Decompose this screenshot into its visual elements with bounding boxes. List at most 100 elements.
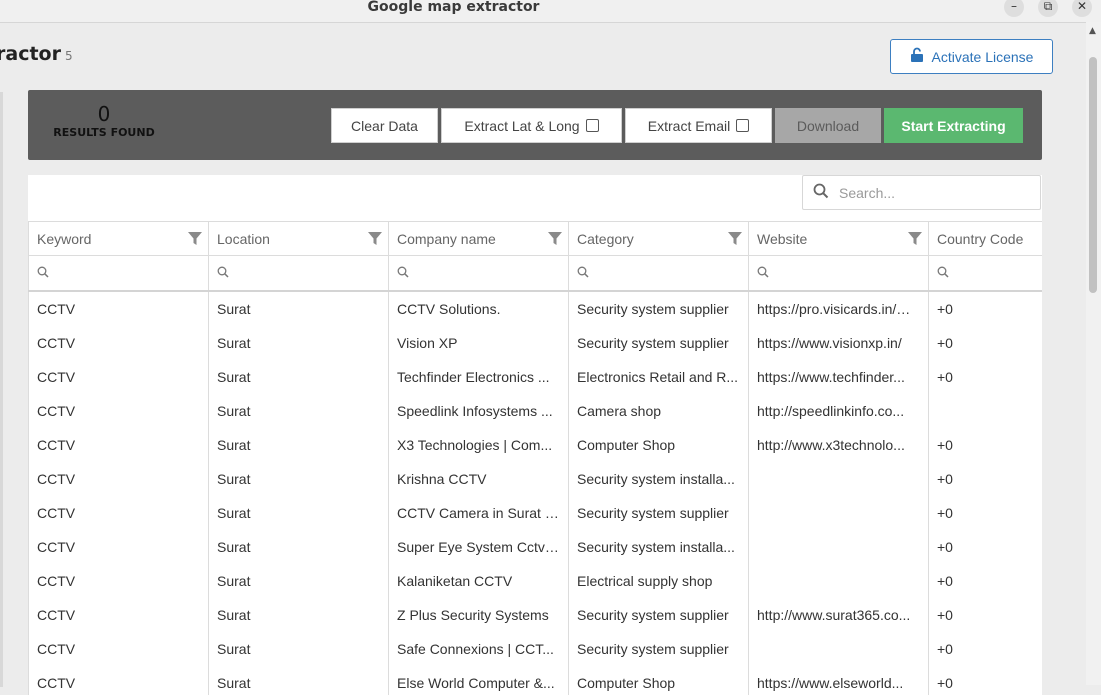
window-title: Google map extractor xyxy=(367,0,540,15)
scroll-up-icon[interactable]: ▲ xyxy=(1089,26,1096,36)
column-filter-input[interactable] xyxy=(208,255,389,292)
column-header[interactable]: Website xyxy=(748,221,929,256)
results-table: Keyword Location Company name Category Websi… xyxy=(28,221,1042,695)
table-cell: Security system installa... xyxy=(568,462,749,496)
column-header[interactable]: Country Code xyxy=(928,221,1042,256)
column-header-label: Company name xyxy=(397,230,496,247)
table-cell: CCTV xyxy=(28,428,209,462)
search-icon xyxy=(937,265,949,281)
column-filter-input[interactable] xyxy=(928,255,1042,292)
table-cell: +0 xyxy=(928,564,1042,598)
results-panel: Keyword Location Company name Category Websi… xyxy=(28,175,1042,695)
search-input[interactable] xyxy=(837,183,1031,202)
table-cell: CCTV xyxy=(28,496,209,530)
column-header[interactable]: Location xyxy=(208,221,389,256)
extract-lat-long-toggle[interactable]: Extract Lat & Long xyxy=(441,108,622,143)
filter-icon[interactable] xyxy=(908,232,922,249)
table-cell: http://www.x3technolo... xyxy=(748,428,929,462)
activate-license-button[interactable]: Activate License xyxy=(890,39,1053,74)
table-row[interactable]: CCTV Surat Krishna CCTV Security system ins… xyxy=(28,462,1042,496)
table-row[interactable]: CCTV Surat Speedlink Infosystems ... Camera… xyxy=(28,394,1042,428)
column-header-label: Country Code xyxy=(937,230,1024,247)
table-cell: CCTV Solutions. xyxy=(388,291,569,326)
table-cell: Security system supplier xyxy=(568,326,749,360)
vertical-scrollbar[interactable]: ▲ xyxy=(1086,22,1101,685)
table-cell: +0 xyxy=(928,326,1042,360)
extract-email-toggle[interactable]: Extract Email xyxy=(625,108,772,143)
close-button[interactable]: ✕ xyxy=(1072,0,1092,17)
scrollbar-thumb[interactable] xyxy=(1089,57,1097,293)
table-cell: Surat xyxy=(208,394,389,428)
column-filter-input[interactable] xyxy=(748,255,929,292)
table-cell: CCTV xyxy=(28,462,209,496)
table-cell: http://speedlinkinfo.co... xyxy=(748,394,929,428)
table-cell: Surat xyxy=(208,291,389,326)
filter-icon[interactable] xyxy=(368,232,382,249)
filter-icon[interactable] xyxy=(548,232,562,249)
filter-icon[interactable] xyxy=(188,232,202,249)
table-cell xyxy=(748,564,929,598)
table-cell: +0 xyxy=(928,598,1042,632)
column-header-label: Location xyxy=(217,230,270,247)
table-cell: Security system supplier xyxy=(568,496,749,530)
table-row[interactable]: CCTV Surat Else World Computer &... Compute… xyxy=(28,666,1042,695)
table-cell: https://pro.visicards.in/… xyxy=(748,291,929,326)
table-cell: Surat xyxy=(208,428,389,462)
column-header-label: Keyword xyxy=(37,230,92,247)
table-cell: +0 xyxy=(928,291,1042,326)
table-row[interactable]: CCTV Surat Vision XP Security system suppli… xyxy=(28,326,1042,360)
table-cell: http://www.surat365.co... xyxy=(748,598,929,632)
table-cell: CCTV xyxy=(28,394,209,428)
table-cell: X3 Technologies | Com... xyxy=(388,428,569,462)
column-filter-input[interactable] xyxy=(28,255,209,292)
table-row[interactable]: CCTV Surat Kalaniketan CCTV Electrical supp… xyxy=(28,564,1042,598)
column-header[interactable]: Company name xyxy=(388,221,569,256)
table-cell: Security system installa... xyxy=(568,530,749,564)
table-cell: +0 xyxy=(928,666,1042,695)
table-row[interactable]: CCTV Surat CCTV Solutions. Security system … xyxy=(28,291,1042,326)
table-cell: https://www.elseworld... xyxy=(748,666,929,695)
table-cell: Techfinder Electronics ... xyxy=(388,360,569,394)
table-cell: +0 xyxy=(928,496,1042,530)
download-label: Download xyxy=(796,117,860,134)
table-cell: Computer Shop xyxy=(568,666,749,695)
table-cell: Security system supplier xyxy=(568,291,749,326)
table-cell: Surat xyxy=(208,360,389,394)
table-cell: Surat xyxy=(208,326,389,360)
table-row[interactable]: CCTV Surat X3 Technologies | Com... Compute… xyxy=(28,428,1042,462)
table-row[interactable]: CCTV Surat CCTV Camera in Surat -... Securi… xyxy=(28,496,1042,530)
column-header[interactable]: Keyword xyxy=(28,221,209,256)
table-cell: Vision XP xyxy=(388,326,569,360)
start-extracting-label: Start Extracting xyxy=(901,117,1006,134)
table-cell xyxy=(748,530,929,564)
column-header[interactable]: Category xyxy=(568,221,749,256)
table-cell: Computer Shop xyxy=(568,428,749,462)
extract-lat-long-checkbox[interactable] xyxy=(585,119,599,132)
download-button[interactable]: Download xyxy=(775,108,881,143)
column-filter-input[interactable] xyxy=(388,255,569,292)
table-cell: Z Plus Security Systems xyxy=(388,598,569,632)
table-cell: +0 xyxy=(928,530,1042,564)
column-header-label: Category xyxy=(577,230,634,247)
results-count: 0 xyxy=(97,102,111,126)
column-filter-input[interactable] xyxy=(568,255,749,292)
clear-data-button[interactable]: Clear Data xyxy=(331,108,438,143)
extract-email-checkbox[interactable] xyxy=(736,119,750,132)
table-row[interactable]: CCTV Surat Safe Connexions | CCT... Securit… xyxy=(28,632,1042,666)
start-extracting-button[interactable]: Start Extracting xyxy=(884,108,1023,143)
table-cell: CCTV xyxy=(28,291,209,326)
minimize-button[interactable]: – xyxy=(1004,0,1024,17)
table-cell: https://www.visionxp.in/ xyxy=(748,326,929,360)
maximize-button[interactable]: ⧉ xyxy=(1038,0,1058,17)
table-cell: Surat xyxy=(208,564,389,598)
filter-icon[interactable] xyxy=(728,232,742,249)
table-row[interactable]: CCTV Surat Z Plus Security Systems Security… xyxy=(28,598,1042,632)
app-title: ractor 5 xyxy=(0,43,73,65)
table-cell: Security system supplier xyxy=(568,632,749,666)
activate-license-label: Activate License xyxy=(931,48,1034,65)
table-row[interactable]: CCTV Surat Super Eye System Cctv ... Securi… xyxy=(28,530,1042,564)
table-cell xyxy=(748,462,929,496)
table-row[interactable]: CCTV Surat Techfinder Electronics ... Elect… xyxy=(28,360,1042,394)
table-cell: CCTV xyxy=(28,666,209,695)
search-box[interactable] xyxy=(802,175,1041,210)
